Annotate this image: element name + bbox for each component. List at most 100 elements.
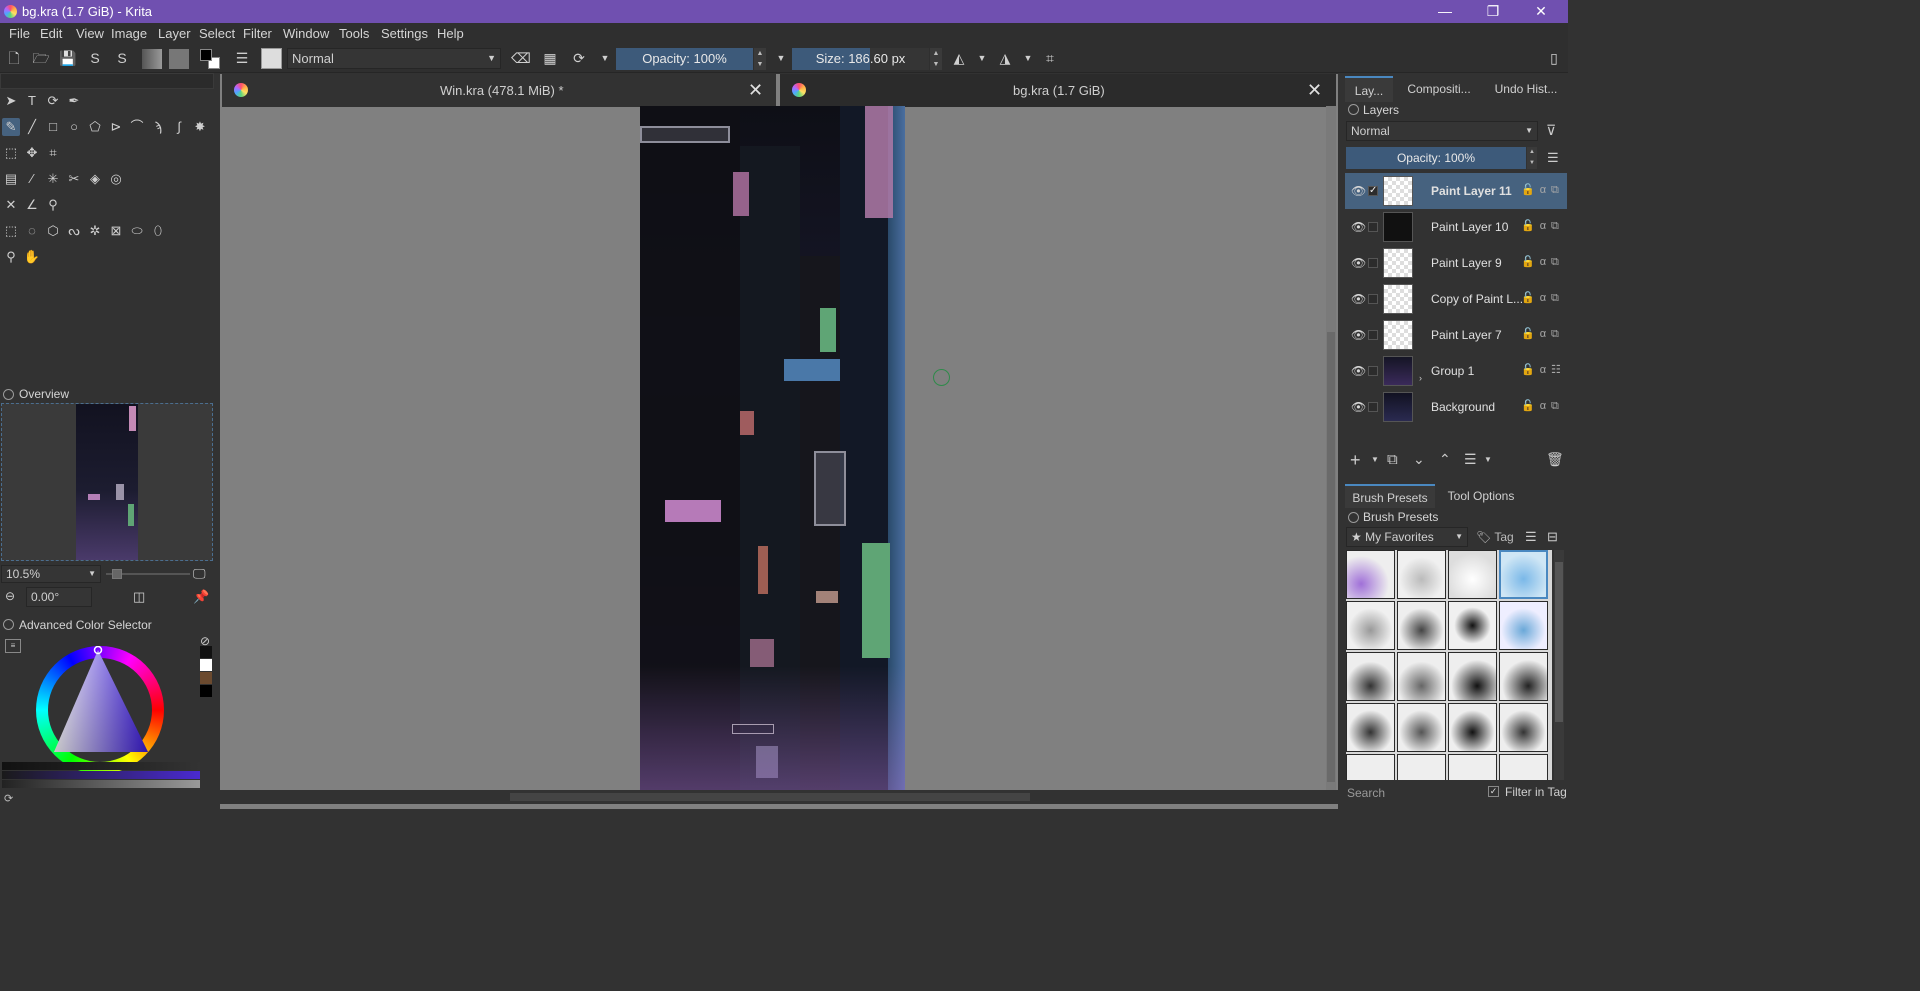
zoom-slider[interactable] xyxy=(106,569,190,579)
layer-name[interactable]: Group 1 xyxy=(1431,364,1474,378)
brush-preset-item[interactable] xyxy=(1397,703,1446,752)
menu-settings[interactable]: Settings xyxy=(381,26,428,41)
size-spinner[interactable]: ▲ ▼ xyxy=(930,48,942,70)
color-history-swatch[interactable] xyxy=(200,659,212,671)
visibility-eye-icon[interactable]: 👁 xyxy=(1351,220,1366,234)
chevron-right-icon[interactable]: › xyxy=(1419,373,1422,383)
layer-property-icons[interactable]: 🔓α⧉ xyxy=(1521,255,1564,269)
hue-ring[interactable] xyxy=(36,646,164,774)
gradient-selector-icon[interactable] xyxy=(142,49,162,69)
layer-select-checkbox[interactable] xyxy=(1368,222,1378,232)
calligraphy-tool-icon[interactable]: ✒ xyxy=(65,92,83,110)
brush-grid-scrollbar[interactable] xyxy=(1554,550,1564,780)
layer-name[interactable]: Copy of Paint L... xyxy=(1431,292,1523,306)
color-history-swatch[interactable] xyxy=(200,646,212,658)
layer-property-icons[interactable]: 🔓α☷ xyxy=(1521,363,1566,376)
menu-select[interactable]: Select xyxy=(199,26,235,41)
layer-property-icons[interactable]: 🔓α⧉ xyxy=(1521,327,1564,341)
refresh-icon[interactable]: ⟳ xyxy=(4,792,13,805)
bezier-tool-icon[interactable]: ⌒ xyxy=(128,118,146,136)
layer-name[interactable]: Paint Layer 7 xyxy=(1431,328,1502,342)
opacity-slider[interactable]: Opacity: 100% xyxy=(616,48,753,70)
pin-icon[interactable]: 📌 xyxy=(193,589,209,605)
gradient-tool-icon[interactable]: ▤ xyxy=(2,170,20,188)
color-picker-tool-icon[interactable]: ⁄ xyxy=(23,170,41,188)
color-shade-bar[interactable] xyxy=(2,771,200,779)
brush-preset-item[interactable] xyxy=(1448,754,1497,780)
docker-float-icon[interactable] xyxy=(1348,512,1359,523)
layer-row[interactable]: 👁 ✓ Paint Layer 11 🔓α⧉ xyxy=(1345,173,1567,209)
reload-preset-icon[interactable]: ⟳ xyxy=(570,49,588,67)
measure-tool-icon[interactable]: ∠ xyxy=(23,196,41,214)
layer-select-checkbox[interactable]: ✓ xyxy=(1368,186,1378,196)
brush-search-input[interactable]: Search xyxy=(1345,783,1475,803)
menu-view[interactable]: View xyxy=(76,26,104,41)
brush-preset-item[interactable] xyxy=(1397,652,1446,701)
chevron-down-icon[interactable]: ▼ xyxy=(1371,455,1379,464)
dynamic-brush-tool-icon[interactable]: ∫ xyxy=(170,118,188,136)
layer-row[interactable]: 👁 Background 🔓α⧉ xyxy=(1345,389,1567,425)
rotation-input[interactable]: 0.00° xyxy=(26,587,92,607)
incremental-save-icon[interactable]: S xyxy=(86,49,104,67)
visibility-eye-icon[interactable]: 👁 xyxy=(1351,400,1366,414)
brush-grid-scrollbar-thumb[interactable] xyxy=(1555,562,1563,722)
tab-undo-history[interactable]: Undo Hist... xyxy=(1484,76,1568,102)
layer-select-checkbox[interactable] xyxy=(1368,258,1378,268)
brush-preset-chooser-icon[interactable] xyxy=(261,48,282,69)
visibility-eye-icon[interactable]: 👁 xyxy=(1351,292,1366,306)
layer-row[interactable]: 👁 Copy of Paint L... 🔓α⧉ xyxy=(1345,281,1567,317)
docker-float-icon[interactable] xyxy=(1348,104,1359,115)
pattern-selector-icon[interactable] xyxy=(169,49,189,69)
view-mode-icon[interactable]: ⊟ xyxy=(1547,529,1558,545)
ellipse-tool-icon[interactable]: ○ xyxy=(65,118,83,136)
fg-bg-color-icon[interactable] xyxy=(199,48,221,70)
minimize-button[interactable]: — xyxy=(1422,0,1468,23)
list-view-icon[interactable]: ☰ xyxy=(1525,529,1537,545)
layer-properties-icon[interactable]: ☰ xyxy=(1464,451,1477,468)
polygon-tool-icon[interactable]: ⬠ xyxy=(86,118,104,136)
brush-preset-item[interactable] xyxy=(1346,754,1395,780)
menu-image[interactable]: Image xyxy=(111,26,147,41)
dock-layout-icon[interactable]: ▯ xyxy=(1545,49,1563,67)
brush-preset-item[interactable] xyxy=(1346,703,1395,752)
multibrush-tool-icon[interactable]: ✸ xyxy=(191,118,209,136)
move-layer-down-icon[interactable]: ⌄ xyxy=(1413,451,1425,468)
similar-color-selection-tool-icon[interactable]: ⊠ xyxy=(107,222,125,240)
edit-brush-settings-icon[interactable]: ☰ xyxy=(233,49,251,67)
layer-filter-icon[interactable]: ⊽ xyxy=(1546,122,1556,139)
color-shade-bar[interactable] xyxy=(2,780,200,788)
tab-compositions[interactable]: Compositi... xyxy=(1396,76,1482,102)
elliptical-selection-tool-icon[interactable]: ◌ xyxy=(23,222,41,240)
visibility-eye-icon[interactable]: 👁 xyxy=(1351,364,1366,378)
layer-opacity-spinner[interactable]: ▲ ▼ xyxy=(1527,147,1537,169)
mirror-view-icon[interactable]: ◫ xyxy=(133,589,145,605)
eraser-mode-icon[interactable]: ⌫ xyxy=(511,49,531,67)
overview-thumbnail[interactable] xyxy=(1,403,213,561)
open-document-icon[interactable]: 🗁 xyxy=(32,49,50,67)
mirror-vertical-icon[interactable]: ◮ xyxy=(996,49,1014,67)
close-tab-icon[interactable]: ✕ xyxy=(1307,74,1322,107)
contiguous-selection-tool-icon[interactable]: ✲ xyxy=(86,222,104,240)
save-icon[interactable]: 💾 xyxy=(59,49,77,67)
freehand-selection-tool-icon[interactable]: ᔓ xyxy=(65,222,83,240)
bezier-selection-tool-icon[interactable]: ⬭ xyxy=(128,222,146,240)
layer-select-checkbox[interactable] xyxy=(1368,402,1378,412)
pan-tool-icon[interactable]: ✋ xyxy=(23,248,41,266)
chevron-down-icon[interactable]: ▼ xyxy=(973,49,991,67)
document-tab-bg[interactable]: bg.kra (1.7 GiB) ✕ xyxy=(780,74,1336,107)
layer-opacity-slider[interactable]: Opacity: 100% xyxy=(1346,147,1526,169)
vertical-scrollbar[interactable] xyxy=(1326,106,1336,790)
layer-select-checkbox[interactable] xyxy=(1368,330,1378,340)
layer-blend-mode-select[interactable]: Normal ▼ xyxy=(1346,121,1538,141)
layer-row[interactable]: 👁 Paint Layer 10 🔓α⧉ xyxy=(1345,209,1567,245)
layer-row[interactable]: 👁 › Group 1 🔓α☷ xyxy=(1345,353,1567,389)
visibility-eye-icon[interactable]: 👁 xyxy=(1351,328,1366,342)
move-layer-up-icon[interactable]: ⌃ xyxy=(1439,451,1451,468)
restore-button[interactable]: ❐ xyxy=(1470,0,1516,23)
polygonal-selection-tool-icon[interactable]: ⬡ xyxy=(44,222,62,240)
brush-preset-item[interactable] xyxy=(1448,550,1497,599)
brush-preset-item[interactable] xyxy=(1499,703,1548,752)
select-shapes-tool-icon[interactable]: ➤ xyxy=(2,92,20,110)
saturation-value-triangle[interactable] xyxy=(36,646,164,774)
layer-menu-icon[interactable]: ☰ xyxy=(1547,150,1559,166)
